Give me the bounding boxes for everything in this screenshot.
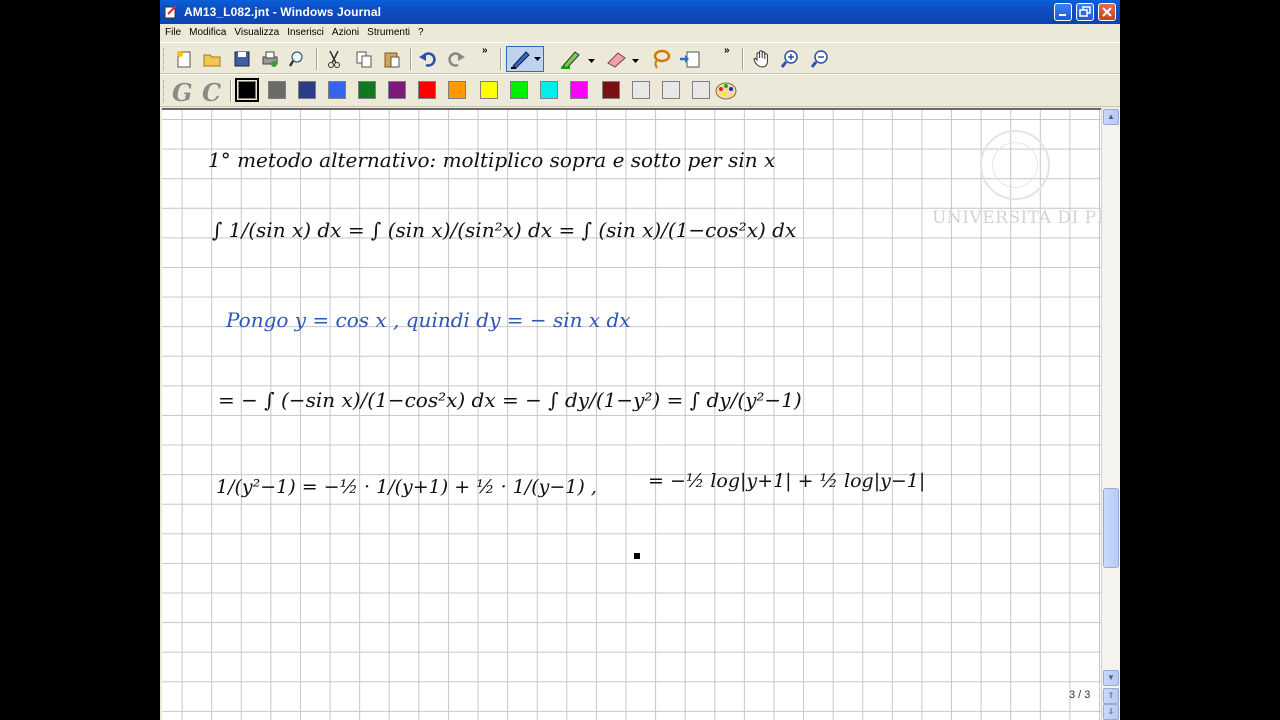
menu-bar: File Modifica Visualizza Inserisci Azion… <box>160 24 1120 41</box>
toolbar-grip[interactable] <box>163 48 167 70</box>
university-logo: UNIVERSITÀ DI PISA <box>932 130 1101 240</box>
color-swatch[interactable] <box>298 81 316 99</box>
menu-help[interactable]: ? <box>418 27 424 38</box>
pan-hand-icon[interactable] <box>752 49 772 69</box>
color-swatch[interactable] <box>632 81 650 99</box>
color-toolbar: G C <box>160 74 1120 107</box>
scroll-thumb[interactable] <box>1103 488 1119 568</box>
copy-icon[interactable] <box>354 49 374 69</box>
pen-icon <box>511 51 530 69</box>
menu-modifica[interactable]: Modifica <box>189 27 226 38</box>
page-indicator: 3 / 3 <box>1069 689 1091 701</box>
toolbar-separator <box>742 48 744 70</box>
color-swatch[interactable] <box>540 81 558 99</box>
close-icon <box>1102 7 1112 17</box>
zoom-in-icon[interactable] <box>780 49 800 69</box>
previous-page-button[interactable]: ⇑ <box>1103 688 1119 704</box>
restore-icon <box>1079 6 1091 17</box>
color-swatch[interactable] <box>235 78 259 102</box>
journal-app-icon <box>164 5 177 19</box>
toolbar-separator <box>500 48 502 70</box>
open-icon[interactable] <box>202 49 222 69</box>
new-note-icon[interactable] <box>174 49 194 69</box>
cut-icon[interactable] <box>324 49 344 69</box>
color-swatch[interactable] <box>692 81 710 99</box>
menu-strumenti[interactable]: Strumenti <box>367 27 410 38</box>
handwritten-line-2: ∫ 1/(sin x) dx = ∫ (sin x)/(sin²x) dx = … <box>212 218 797 242</box>
scroll-up-button[interactable]: ▲ <box>1103 109 1119 125</box>
zoom-out-icon[interactable] <box>810 49 830 69</box>
pen-tool-button[interactable] <box>506 46 544 72</box>
handwritten-line-3: Pongo y = cos x , quindi dy = − sin x dx <box>226 308 631 332</box>
chevron-down-icon[interactable] <box>632 59 639 64</box>
menu-inserisci[interactable]: Inserisci <box>287 27 324 38</box>
color-swatch[interactable] <box>328 81 346 99</box>
handwritten-line-5b: = −½ log|y+1| + ½ log|y−1| <box>648 470 926 492</box>
standard-toolbar: » » <box>160 42 1120 74</box>
handwritten-line-1: 1° metodo alternativo: moltiplico sopra … <box>208 148 776 172</box>
toolbar-grip[interactable] <box>163 80 167 102</box>
bold-text-tool[interactable]: G <box>172 78 193 107</box>
toolbar-separator <box>230 80 232 102</box>
handwritten-line-5a: 1/(y²−1) = −½ · 1/(y+1) + ½ · 1/(y−1) , <box>216 476 597 498</box>
journal-page[interactable]: UNIVERSITÀ DI PISA 1° metodo alternativo… <box>162 108 1101 720</box>
paste-icon[interactable] <box>382 49 402 69</box>
windows-journal-window: AM13_L082.jnt - Windows Journal File Mod… <box>160 0 1120 720</box>
toolbar-separator <box>410 48 412 70</box>
color-swatch[interactable] <box>448 81 466 99</box>
window-title: AM13_L082.jnt - Windows Journal <box>184 5 382 19</box>
minimize-icon <box>1059 14 1066 16</box>
scroll-down-button[interactable]: ▼ <box>1103 670 1119 686</box>
color-palette-icon[interactable] <box>714 80 738 102</box>
menu-file[interactable]: File <box>165 27 181 38</box>
toolbar-separator <box>316 48 318 70</box>
handwritten-line-4: = − ∫ (−sin x)/(1−cos²x) dx = − ∫ dy/(1−… <box>218 388 802 412</box>
chevron-down-icon <box>534 57 541 61</box>
color-swatch[interactable] <box>480 81 498 99</box>
seal-inner-ring <box>992 142 1038 188</box>
color-swatch[interactable] <box>418 81 436 99</box>
color-swatch[interactable] <box>570 81 588 99</box>
color-swatch[interactable] <box>510 81 528 99</box>
print-icon[interactable] <box>260 49 280 69</box>
highlighter-icon[interactable] <box>560 49 584 69</box>
color-swatch[interactable] <box>602 81 620 99</box>
find-icon[interactable] <box>288 49 308 69</box>
color-swatch[interactable] <box>388 81 406 99</box>
next-page-button[interactable]: ⇓ <box>1103 704 1119 720</box>
undo-icon[interactable] <box>418 49 438 69</box>
toolbar-overflow-chevron[interactable]: » <box>724 45 730 56</box>
chevron-down-icon[interactable] <box>588 59 595 64</box>
university-name: UNIVERSITÀ DI PISA <box>932 208 1101 228</box>
vertical-scrollbar[interactable]: ▲ ▼ ⇑ ⇓ <box>1101 108 1120 720</box>
color-swatch[interactable] <box>662 81 680 99</box>
save-icon[interactable] <box>232 49 252 69</box>
menu-visualizza[interactable]: Visualizza <box>234 27 279 38</box>
toolbar-overflow-chevron[interactable]: » <box>482 45 488 56</box>
color-swatch[interactable] <box>268 81 286 99</box>
italic-text-tool[interactable]: C <box>202 78 221 107</box>
lasso-icon[interactable] <box>648 49 672 69</box>
title-bar[interactable]: AM13_L082.jnt - Windows Journal <box>160 0 1120 24</box>
eraser-icon[interactable] <box>604 49 628 69</box>
close-button[interactable] <box>1098 3 1116 21</box>
maximize-button[interactable] <box>1076 3 1094 21</box>
minimize-button[interactable] <box>1054 3 1072 21</box>
insert-space-icon[interactable] <box>678 49 702 69</box>
redo-icon[interactable] <box>446 49 466 69</box>
menu-azioni[interactable]: Azioni <box>332 27 359 38</box>
color-swatch[interactable] <box>358 81 376 99</box>
pen-cursor <box>634 553 640 559</box>
